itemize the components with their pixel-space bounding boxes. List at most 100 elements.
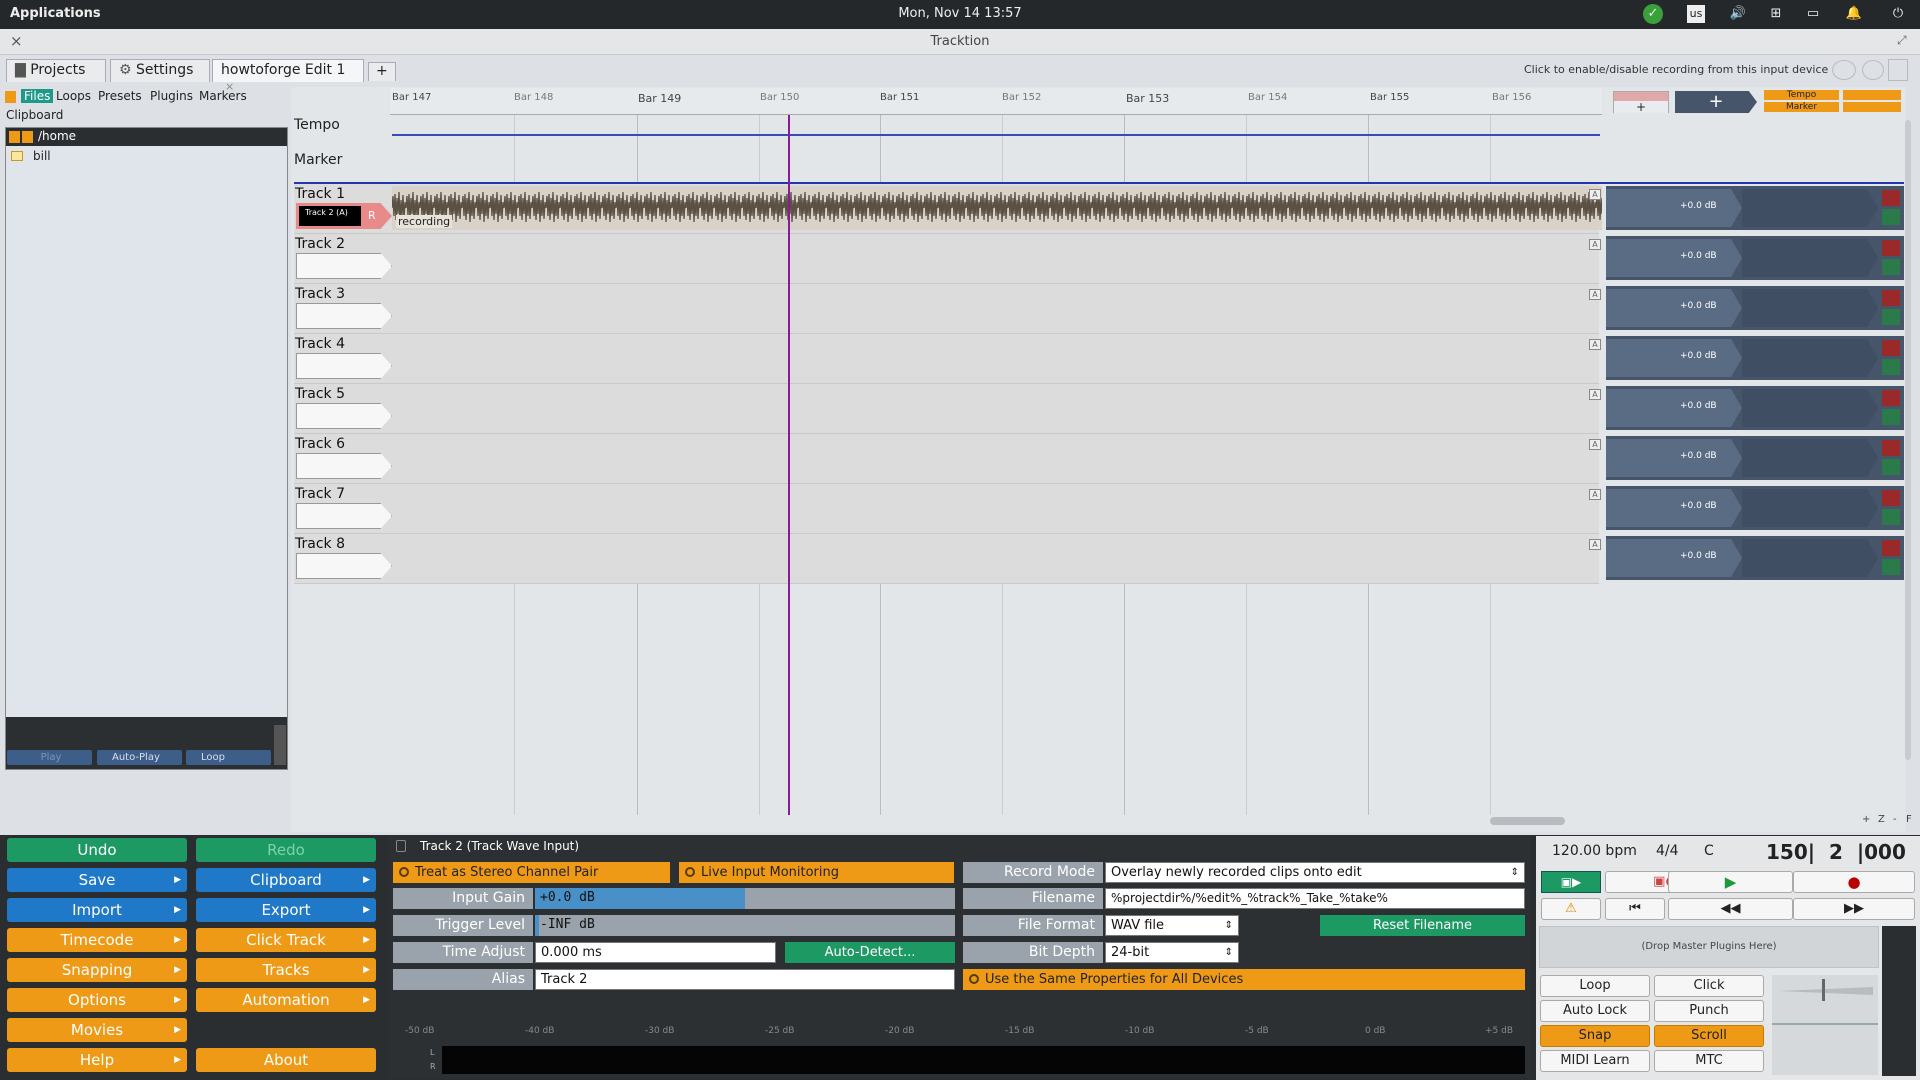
automation-icon[interactable]: A [1589, 389, 1601, 400]
add-tab-button[interactable]: + [368, 62, 396, 81]
loop-button[interactable]: Loop [186, 750, 271, 765]
track-mixer-strip[interactable]: +0.0 dB [1606, 186, 1904, 230]
track-mixer-strip[interactable]: +0.0 dB [1606, 286, 1904, 330]
timecode-button[interactable]: Timecode ▶ [7, 928, 187, 952]
auto-detect-button[interactable]: Auto-Detect... [785, 942, 955, 963]
same-properties-toggle[interactable]: Use the Same Properties for All Devices [963, 969, 1525, 990]
midi-learn-toggle[interactable]: MIDI Learn [1540, 1050, 1650, 1072]
browser-tab-plugins[interactable]: Plugins [150, 89, 193, 103]
global-option-button[interactable] [1843, 90, 1901, 100]
record-arm-button[interactable]: R [368, 209, 376, 222]
master-plugins-area[interactable]: (Drop Master Plugins Here) [1539, 926, 1879, 968]
fast-forward-icon[interactable]: ▶▶ [1793, 898, 1915, 920]
automation-icon[interactable]: A [1589, 339, 1601, 350]
import-button[interactable]: Import ▶ [7, 898, 187, 922]
add-track-button[interactable]: + [1675, 91, 1757, 113]
track-name[interactable]: Track 3 [295, 286, 345, 302]
plugin-slot[interactable] [1742, 389, 1878, 427]
time-signature-display[interactable]: 4/4 [1656, 843, 1679, 859]
track-input-selector[interactable]: Track 2 (A) R [296, 203, 392, 229]
volume-fader[interactable] [1606, 539, 1742, 577]
key-display[interactable]: C [1704, 843, 1714, 859]
volume-fader[interactable] [1606, 289, 1742, 327]
pan-knob[interactable] [1862, 60, 1884, 80]
plugin-slot[interactable] [1742, 439, 1878, 477]
track-row[interactable] [294, 334, 1599, 384]
save-button[interactable]: Save ▶ [7, 868, 187, 892]
snapping-button[interactable]: Snapping ▶ [7, 958, 187, 982]
battery-icon[interactable]: ▭ [1802, 4, 1824, 24]
check-icon[interactable]: ✓ [1643, 4, 1663, 24]
global-option-button[interactable] [1843, 102, 1901, 112]
tempo-line[interactable] [392, 134, 1600, 136]
vertical-scrollbar[interactable] [1905, 120, 1911, 760]
rewind-icon[interactable]: ◀◀ [1668, 898, 1793, 920]
marker-button[interactable]: Marker [1764, 102, 1839, 112]
movies-button[interactable]: Movies ▶ [7, 1018, 187, 1042]
horizontal-scrollbar[interactable] [1490, 817, 1565, 825]
automation-icon[interactable]: A [1589, 439, 1601, 450]
track-input-selector[interactable] [296, 503, 392, 529]
maximize-icon[interactable]: ⤢ [1897, 33, 1907, 48]
file-format-select[interactable]: WAV file ⇕ [1105, 915, 1239, 936]
mute-button[interactable] [1882, 340, 1900, 356]
stereo-pair-toggle[interactable]: Treat as Stereo Channel Pair [393, 862, 670, 883]
redo-button[interactable]: Redo [196, 838, 376, 862]
mute-button[interactable] [1882, 290, 1900, 306]
zoom-in-button[interactable]: + [1862, 814, 1870, 825]
tempo-button[interactable]: Tempo [1764, 90, 1839, 100]
track-mixer-strip[interactable]: +0.0 dB [1606, 336, 1904, 380]
automation-icon[interactable]: A [1589, 289, 1601, 300]
track-name[interactable]: Track 8 [295, 536, 345, 552]
snap-toggle[interactable]: Snap [1540, 1025, 1650, 1047]
volume-icon[interactable]: 🔊 [1727, 4, 1749, 24]
undo-button[interactable]: Undo [7, 838, 187, 862]
input-volume-knob[interactable] [1832, 60, 1856, 80]
solo-button[interactable] [1882, 459, 1900, 475]
input-gain-slider[interactable]: +0.0 dB [535, 888, 955, 909]
notification-icon[interactable]: 🔔 [1843, 4, 1865, 24]
browser-toggle-icon[interactable] [5, 91, 16, 103]
track-input-selector[interactable] [296, 253, 392, 279]
solo-button[interactable] [1882, 559, 1900, 575]
plugin-slot[interactable] [1742, 339, 1878, 377]
tempo-display[interactable]: 120.00 bpm [1552, 843, 1637, 859]
clipboard-button[interactable]: Clipboard ▶ [196, 868, 376, 892]
playhead[interactable] [788, 115, 790, 815]
mute-button[interactable] [1882, 490, 1900, 506]
mute-button[interactable] [1882, 440, 1900, 456]
track-input-selector[interactable] [296, 353, 392, 379]
track-name[interactable]: Track 4 [295, 336, 345, 352]
filename-field[interactable]: %projectdir%/%edit%_%track%_Take_%take% [1105, 888, 1525, 909]
volume-fader[interactable] [1606, 389, 1742, 427]
track-row[interactable] [294, 484, 1599, 534]
live-monitoring-toggle[interactable]: Live Input Monitoring [679, 862, 954, 883]
track-name[interactable]: Track 6 [295, 436, 345, 452]
mute-button[interactable] [1882, 540, 1900, 556]
volume-fader[interactable] [1606, 489, 1742, 527]
track-row[interactable] [294, 434, 1599, 484]
track-input-selector[interactable] [296, 303, 392, 329]
punch-toggle[interactable]: Punch [1654, 1000, 1764, 1022]
automation-icon[interactable]: A [1589, 189, 1601, 200]
plugin-slot[interactable] [1742, 539, 1878, 577]
browser-tab-presets[interactable]: Presets [98, 89, 142, 103]
keyboard-layout[interactable]: us [1687, 5, 1705, 23]
track-mixer-strip[interactable]: +0.0 dB [1606, 236, 1904, 280]
auto-play-mode-icon[interactable]: ▣▶ [1541, 871, 1601, 893]
mute-button[interactable] [1882, 390, 1900, 406]
position-display[interactable]: 150| 2 |000 [1766, 840, 1906, 864]
volume-fader[interactable] [1606, 189, 1742, 227]
mute-button[interactable] [1882, 190, 1900, 206]
home-icon[interactable] [22, 131, 33, 143]
browser-tab-clipboard[interactable]: Clipboard [6, 108, 63, 122]
master-fader[interactable] [1772, 975, 1878, 1075]
track-name[interactable]: Track 7 [295, 486, 345, 502]
mute-button[interactable] [1882, 240, 1900, 256]
click-track-button[interactable]: Click Track ▶ [196, 928, 376, 952]
network-icon[interactable]: ⊞ [1765, 4, 1787, 24]
solo-button[interactable] [1882, 209, 1900, 225]
record-mode-select[interactable]: Overlay newly recorded clips onto edit ⇕ [1105, 862, 1525, 883]
track-name[interactable]: Track 1 [295, 186, 345, 202]
help-button[interactable]: Help ▶ [7, 1048, 187, 1072]
